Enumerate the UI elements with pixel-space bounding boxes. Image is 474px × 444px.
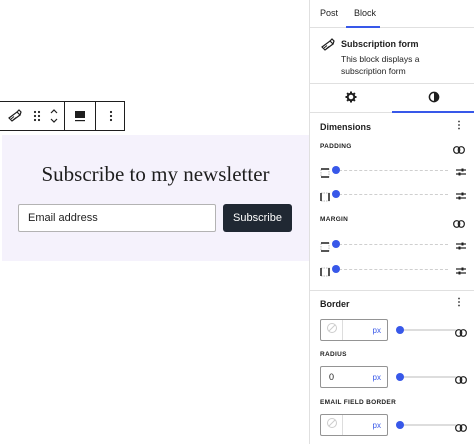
contrast-icon [428, 90, 440, 108]
border-panel-title[interactable]: Border [320, 299, 350, 309]
margin-horizontal-control [320, 263, 466, 277]
block-card: Subscription form This block displays a … [310, 28, 474, 84]
padding-label: PADDING [320, 143, 352, 150]
side-vertical-icon [320, 165, 330, 183]
radius-input[interactable]: 0 px [320, 366, 388, 388]
side-vertical-icon [320, 239, 330, 257]
subscription-form-icon [320, 37, 336, 58]
email-input[interactable]: Email address [18, 204, 216, 232]
border-width-track [398, 329, 456, 331]
border-options-icon[interactable]: ⋮ [454, 298, 464, 308]
subscription-form-block[interactable]: Subscribe to my newsletter Email address… [2, 135, 309, 261]
inspector-tabs [310, 84, 474, 113]
link-sides-icon[interactable] [453, 215, 465, 233]
padding-horizontal-slider[interactable] [332, 190, 340, 198]
margin-vertical-control [320, 238, 466, 252]
margin-label: MARGIN [320, 216, 349, 223]
border-width-unit[interactable]: px [373, 326, 387, 335]
custom-value-icon[interactable] [456, 263, 466, 281]
side-horizontal-icon [320, 264, 330, 282]
drag-handle[interactable] [30, 102, 44, 130]
link-sides-icon[interactable] [453, 141, 465, 159]
border-color-button[interactable] [321, 320, 343, 340]
subscribe-button[interactable]: Subscribe [223, 204, 292, 232]
link-sides-icon[interactable] [455, 419, 467, 437]
padding-vertical-slider[interactable] [332, 166, 340, 174]
padding-horizontal-control [320, 188, 466, 202]
align-button[interactable] [65, 102, 95, 130]
block-card-description: This block displays a subscription form [341, 54, 420, 76]
radius-slider[interactable] [396, 373, 404, 381]
dimensions-options-icon[interactable]: ⋮ [454, 121, 464, 131]
margin-horizontal-slider[interactable] [332, 265, 340, 273]
margin-horizontal-track [334, 269, 448, 270]
margin-vertical-slider[interactable] [332, 240, 340, 248]
tab-post[interactable]: Post [320, 0, 338, 28]
border-width-input[interactable]: px [320, 319, 388, 341]
radius-value: 0 [329, 372, 335, 382]
custom-value-icon[interactable] [456, 164, 466, 182]
move-up-down-icon [49, 108, 59, 124]
link-corners-icon[interactable] [455, 371, 467, 389]
block-card-title: Subscription form [341, 39, 419, 49]
custom-value-icon[interactable] [456, 188, 466, 206]
email-field-border-input[interactable]: px [320, 414, 388, 436]
move-up-down-button[interactable] [44, 102, 64, 130]
email-field-border-color-button[interactable] [321, 415, 343, 435]
radius-unit[interactable]: px [373, 373, 387, 382]
settings-sidebar: Post Block Subscription form This block … [309, 0, 474, 444]
dimensions-panel-title[interactable]: Dimensions [320, 122, 371, 132]
padding-horizontal-track [334, 194, 448, 195]
panel-divider [310, 290, 474, 291]
border-width-slider[interactable] [396, 326, 404, 334]
no-color-icon [326, 416, 338, 434]
email-field-border-track [398, 424, 456, 426]
block-toolbar [0, 101, 125, 131]
no-color-icon [326, 321, 338, 339]
padding-vertical-control [320, 164, 466, 178]
radius-control: 0 px [320, 366, 467, 389]
tab-styles[interactable] [392, 84, 474, 113]
custom-value-icon[interactable] [456, 238, 466, 256]
link-sides-icon[interactable] [455, 324, 467, 342]
border-width-control: px [320, 319, 467, 342]
radius-label: RADIUS [320, 351, 347, 358]
sidebar-tabs: Post Block [310, 0, 474, 28]
editor-canvas: Subscribe to my newsletter Email address… [0, 0, 309, 444]
side-horizontal-icon [320, 189, 330, 207]
radius-track [398, 376, 456, 378]
email-field-border-unit[interactable]: px [373, 421, 387, 430]
block-title[interactable]: Subscribe to my newsletter [2, 162, 309, 187]
align-icon [73, 109, 87, 123]
gear-icon [345, 90, 357, 108]
more-options-icon [109, 110, 113, 122]
margin-vertical-track [334, 244, 448, 245]
drag-handle-icon [33, 110, 41, 122]
email-field-border-slider[interactable] [396, 421, 404, 429]
active-subtab-indicator [392, 111, 474, 113]
tab-settings[interactable] [310, 84, 392, 113]
subscription-form-icon [7, 108, 23, 124]
email-field-border-control: px [320, 414, 467, 437]
more-options-button[interactable] [96, 102, 126, 130]
tab-block[interactable]: Block [354, 0, 376, 28]
email-field-border-label: EMAIL FIELD BORDER [320, 399, 397, 406]
padding-vertical-track [334, 170, 448, 171]
block-type-button[interactable] [0, 102, 30, 130]
